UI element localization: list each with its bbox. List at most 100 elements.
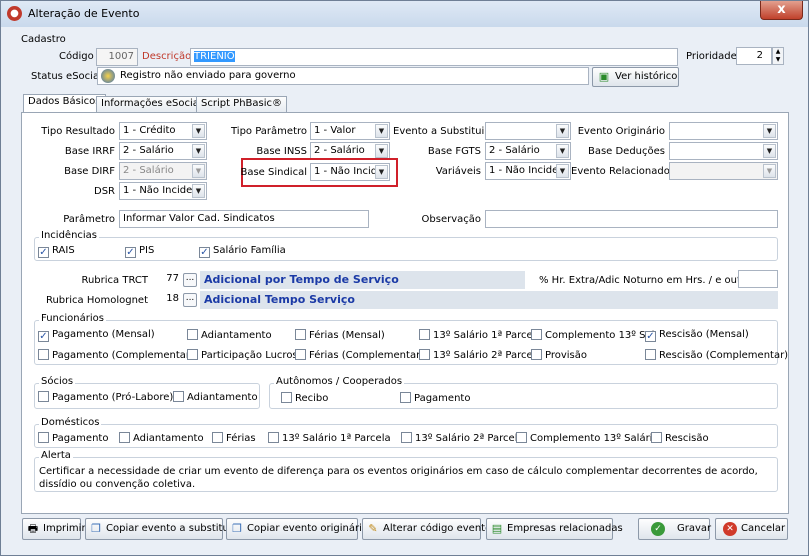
socios-pagamento-checkbox[interactable]: Pagamento (Pró-Labore) <box>38 391 173 403</box>
evento-substituir-select[interactable]: ▼ <box>485 122 571 140</box>
chevron-down-icon: ▼ <box>192 184 205 198</box>
variaveis-select[interactable]: 1 - Não Incide ▼ <box>485 162 571 180</box>
prioridade-field[interactable]: 2 <box>736 47 772 65</box>
func-ferias-complementar-checkbox[interactable]: Férias (Complementar) <box>295 349 424 361</box>
checkbox-label: Rescisão <box>665 433 709 444</box>
hr-extra-field[interactable] <box>738 270 778 288</box>
dom-13-1a-parcela-checkbox[interactable]: 13º Salário 1ª Parcela <box>268 432 391 444</box>
func-13-2a-parcela-checkbox[interactable]: 13º Salário 2ª Parcela <box>419 349 542 361</box>
checkbox-label: Rescisão (Complementar) <box>659 350 789 361</box>
autonomos-recibo-checkbox[interactable]: Recibo <box>281 392 328 404</box>
func-complemento-13-checkbox[interactable]: Complemento 13º Sal <box>531 329 654 341</box>
tipo-parametro-select[interactable]: 1 - Valor ▼ <box>310 122 390 140</box>
dom-pagamento-checkbox[interactable]: Pagamento <box>38 432 108 444</box>
base-dirf-value: 2 - Salário <box>123 165 174 176</box>
cancelar-button[interactable]: ✕ Cancelar <box>715 518 788 540</box>
incidencias-title: Incidências <box>39 230 100 241</box>
func-rescisao-complementar-checkbox[interactable]: Rescisão (Complementar) <box>645 349 788 361</box>
checkbox-label: Complemento 13º Salário <box>530 433 659 444</box>
alterar-codigo-button[interactable]: ✎ Alterar código evento <box>362 518 491 540</box>
salario-familia-checkbox[interactable]: ✓ Salário Família <box>199 245 286 258</box>
tipo-resultado-select[interactable]: 1 - Crédito ▼ <box>119 122 207 140</box>
dom-ferias-checkbox[interactable]: Férias <box>212 432 256 444</box>
app-icon: ● <box>7 6 22 21</box>
button-label: Alterar código evento <box>383 523 492 534</box>
status-icon <box>101 69 115 83</box>
imprimir-button[interactable]: 🖶 Imprimir <box>22 518 86 540</box>
func-pagamento-mensal-checkbox[interactable]: ✓ Pagamento (Mensal) <box>38 329 155 342</box>
copiar-substituir-button[interactable]: ❐ Copiar evento a substituir <box>85 518 236 540</box>
chevron-down-icon: ▼ <box>192 144 205 158</box>
dom-adiantamento-checkbox[interactable]: Adiantamento <box>119 432 204 444</box>
base-deducoes-select[interactable]: ▼ <box>669 142 778 160</box>
checkbox-label: Participação Lucros <box>201 350 298 361</box>
evento-originario-select[interactable]: ▼ <box>669 122 778 140</box>
domesticos-title: Domésticos <box>39 417 102 428</box>
title-bar: ● Alteração de Evento x <box>1 1 808 27</box>
dom-13-2a-parcela-checkbox[interactable]: 13º Salário 2ª Parcela <box>401 432 524 444</box>
chevron-down-icon: ▼ <box>192 164 205 178</box>
observacao-field[interactable] <box>485 210 778 228</box>
gravar-button[interactable]: ✓ Gravar <box>638 518 711 540</box>
close-button[interactable]: x <box>760 1 803 20</box>
chevron-down-icon: ▼ <box>763 124 776 138</box>
socios-title: Sócios <box>39 376 76 387</box>
dom-rescisao-checkbox[interactable]: Rescisão <box>651 432 709 444</box>
copiar-originario-button[interactable]: ❐ Copiar evento originário <box>226 518 368 540</box>
rubrica-trct-number[interactable]: 77 <box>151 271 181 289</box>
checkbox-label: 13º Salário 2ª Parcela <box>415 433 524 444</box>
rais-label: RAIS <box>52 245 75 256</box>
func-pagamento-complementar-checkbox[interactable]: Pagamento (Complementar) <box>38 349 194 361</box>
func-adiantamento-checkbox[interactable]: Adiantamento <box>187 329 272 341</box>
tab-dados-basicos[interactable]: Dados Básicos <box>23 94 106 113</box>
button-label: Empresas relacionadas <box>507 523 623 534</box>
parametro-field[interactable]: Informar Valor Cad. Sindicatos <box>119 210 369 228</box>
button-label: Copiar evento a substituir <box>106 523 236 534</box>
salario-familia-label: Salário Família <box>213 245 286 256</box>
button-label: Cancelar <box>741 523 786 534</box>
funcionarios-title: Funcionários <box>39 313 106 324</box>
dom-complemento-13-checkbox[interactable]: Complemento 13º Salário <box>516 432 659 444</box>
descricao-field[interactable]: TRIENIO <box>190 48 678 66</box>
base-sindical-value: 1 - Não Incide <box>314 166 384 177</box>
window: ● Alteração de Evento x Cadastro Código … <box>0 0 809 556</box>
checkbox-label: Férias (Complementar) <box>309 350 425 361</box>
rubrica-homolognet-lookup-button[interactable]: ... <box>183 293 197 307</box>
pis-label: PIS <box>139 245 155 256</box>
ver-historico-button[interactable]: ▣ Ver histórico <box>592 67 679 87</box>
autonomos-pagamento-checkbox[interactable]: Pagamento <box>400 392 470 404</box>
func-participacao-lucros-checkbox[interactable]: Participação Lucros <box>187 349 298 361</box>
copy-icon: ❐ <box>91 522 101 535</box>
rubrica-trct-label: Rubrica TRCT <box>81 275 148 286</box>
base-deducoes-label: Base Deduções <box>587 146 665 157</box>
checkmark-icon: ✓ <box>38 247 49 258</box>
rubrica-homolognet-number[interactable]: 18 <box>151 291 181 309</box>
base-sindical-select[interactable]: 1 - Não Incide ▼ <box>310 163 390 181</box>
parametro-label: Parâmetro <box>63 214 115 225</box>
rubrica-trct-lookup-button[interactable]: ... <box>183 273 197 287</box>
history-icon: ▣ <box>598 70 610 83</box>
tab-script-phbasic[interactable]: Script PhBasic® <box>196 96 288 112</box>
codigo-field[interactable]: 1007 <box>96 48 138 66</box>
func-provisao-checkbox[interactable]: Provisão <box>531 349 587 361</box>
func-ferias-mensal-checkbox[interactable]: Férias (Mensal) <box>295 329 385 341</box>
tab-informacoes-esocial[interactable]: Informações eSocial <box>96 96 207 112</box>
dsr-value: 1 - Não Incide <box>123 185 193 196</box>
checkbox-label: Adiantamento <box>187 392 258 403</box>
button-label: Imprimir <box>43 523 86 534</box>
socios-adiantamento-checkbox[interactable]: Adiantamento <box>173 391 258 403</box>
func-rescisao-mensal-checkbox[interactable]: ✓ Rescisão (Mensal) <box>645 329 749 342</box>
prioridade-spinner[interactable]: ▲ ▼ <box>772 47 784 65</box>
func-13-1a-parcela-checkbox[interactable]: 13º Salário 1ª Parcela <box>419 329 542 341</box>
base-fgts-select[interactable]: 2 - Salário ▼ <box>485 142 571 160</box>
rubrica-homolognet-description: Adicional Tempo Serviço <box>200 291 778 309</box>
base-irrf-select[interactable]: 2 - Salário ▼ <box>119 142 207 160</box>
rais-checkbox[interactable]: ✓ RAIS <box>38 245 75 258</box>
dsr-select[interactable]: 1 - Não Incide ▼ <box>119 182 207 200</box>
empresas-relacionadas-button[interactable]: ▤ Empresas relacionadas <box>486 518 623 540</box>
checkbox-label: 13º Salário 1ª Parcela <box>282 433 391 444</box>
pis-checkbox[interactable]: ✓ PIS <box>125 245 154 258</box>
chevron-down-icon: ▼ <box>763 164 776 178</box>
status-label: Status eSocial <box>31 71 102 82</box>
checkbox-label: Adiantamento <box>133 433 204 444</box>
